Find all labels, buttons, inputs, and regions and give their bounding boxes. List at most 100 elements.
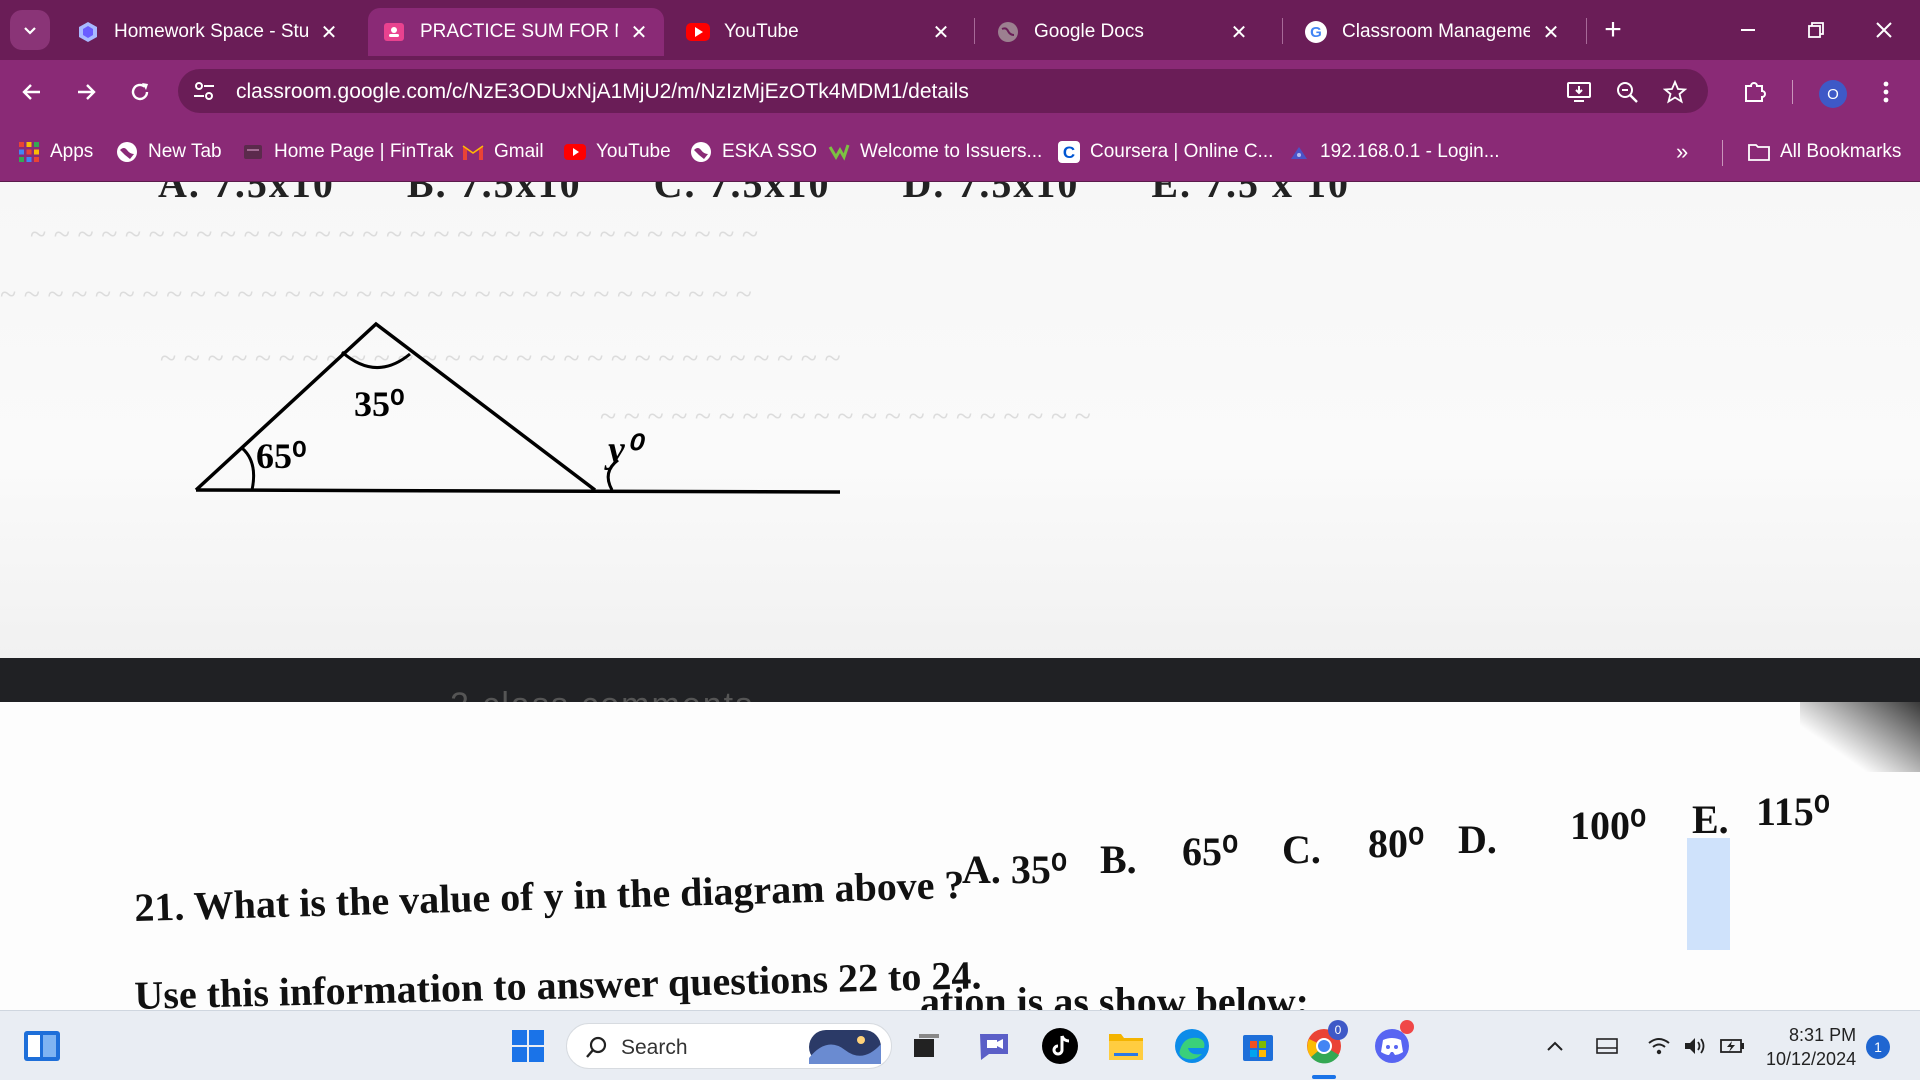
partial-text-line: ation is as show below: <box>920 979 1309 1010</box>
all-bookmarks-button[interactable]: All Bookmarks <box>1748 138 1901 166</box>
reload-button[interactable] <box>122 74 158 110</box>
chrome-menu-button[interactable] <box>1868 74 1904 110</box>
back-button[interactable] <box>14 74 50 110</box>
reload-icon <box>131 83 149 101</box>
close-tab-icon[interactable]: ✕ <box>628 21 650 44</box>
option-c-value: 80⁰ <box>1368 821 1425 866</box>
globe-favicon-icon <box>996 20 1020 44</box>
bookmark-youtube[interactable]: YouTube <box>564 138 671 166</box>
option-c-letter: C. <box>1282 827 1321 872</box>
tablet-keyboard-button[interactable] <box>1594 1033 1620 1059</box>
bookmark-label: 192.168.0.1 - Login... <box>1320 141 1500 162</box>
site-settings-icon[interactable] <box>192 79 216 103</box>
zoom-icon[interactable] <box>1614 79 1640 105</box>
tab-homework-space[interactable]: Homework Space - Study ✕ <box>62 8 354 56</box>
taskbar-search-box[interactable]: Search <box>566 1023 892 1069</box>
bookmark-router-login[interactable]: 192.168.0.1 - Login... <box>1288 138 1500 166</box>
restore-button[interactable] <box>1794 10 1838 50</box>
new-tab-button[interactable]: + <box>1597 13 1629 46</box>
coursera-icon: C <box>1058 141 1080 163</box>
network-button[interactable] <box>1646 1033 1672 1059</box>
arrow-left-icon <box>22 84 40 100</box>
battery-button[interactable] <box>1720 1033 1746 1059</box>
fintrak-icon <box>242 141 264 163</box>
answer-highlight <box>1687 838 1730 950</box>
bookmark-fintrak[interactable]: Home Page | FinTrak <box>242 138 454 166</box>
gmail-icon <box>462 141 484 163</box>
option-e-letter: E. <box>1692 797 1729 842</box>
microsoft-store-button[interactable] <box>1236 1024 1280 1068</box>
taskbar-clock[interactable]: 8:31 PM 10/12/2024 <box>1766 1023 1856 1071</box>
windows-logo-icon <box>512 1030 544 1062</box>
profile-initial: O <box>1827 85 1839 103</box>
chrome-profile-badge: 0 <box>1328 1020 1348 1040</box>
edge-button[interactable] <box>1170 1024 1214 1068</box>
tab-google-docs[interactable]: Google Docs ✕ <box>982 8 1264 56</box>
angle-label-left: 65⁰ <box>256 436 306 476</box>
router-icon <box>1288 141 1310 163</box>
bookmark-label: Coursera | Online C... <box>1090 141 1274 162</box>
svg-text:G: G <box>1310 24 1322 41</box>
more-bookmarks-button[interactable]: » <box>1676 138 1688 166</box>
teams-chat-button[interactable] <box>972 1024 1016 1068</box>
bookmark-coursera[interactable]: C Coursera | Online C... <box>1058 138 1273 166</box>
chrome-taskbar-button[interactable]: 0 <box>1302 1020 1348 1068</box>
tab-youtube[interactable]: YouTube ✕ <box>672 8 966 56</box>
close-tab-icon[interactable]: ✕ <box>1540 21 1562 44</box>
tab-title: Homework Space - Study <box>114 21 308 42</box>
show-hidden-icons-button[interactable] <box>1542 1033 1568 1059</box>
address-bar[interactable]: classroom.google.com/c/NzE3ODUxNjA1MjU2/… <box>178 69 1708 113</box>
close-tab-icon[interactable]: ✕ <box>318 21 340 44</box>
issuers-icon <box>828 141 850 163</box>
restore-icon <box>1808 22 1824 38</box>
tab-practice-sum[interactable]: PRACTICE SUM FOR MO ✕ <box>368 8 664 56</box>
bookmark-new-tab[interactable]: New Tab <box>116 138 222 166</box>
discord-button[interactable] <box>1370 1020 1414 1068</box>
close-tab-icon[interactable]: ✕ <box>930 21 952 44</box>
page-divider-band <box>0 658 1920 702</box>
bookmark-eska-sso[interactable]: ESKA SSO <box>690 138 817 166</box>
extensions-button[interactable] <box>1736 74 1772 110</box>
bookmark-apps[interactable]: Apps <box>18 138 93 166</box>
plus-icon: + <box>1604 13 1622 46</box>
option-text: D. 7.5x10 <box>902 182 1080 206</box>
start-button[interactable] <box>506 1024 550 1068</box>
google-favicon-icon: G <box>1304 20 1328 44</box>
option-text: B. 7.5x10 <box>406 182 582 206</box>
file-explorer-button[interactable] <box>1104 1024 1148 1068</box>
tab-title: Google Docs <box>1034 21 1144 42</box>
close-tab-icon[interactable]: ✕ <box>1228 21 1250 44</box>
tiktok-button[interactable] <box>1038 1024 1082 1068</box>
minimize-button[interactable] <box>1726 10 1770 50</box>
profile-avatar[interactable]: O <box>1819 80 1847 108</box>
volume-button[interactable] <box>1682 1033 1708 1059</box>
bookmark-star-icon[interactable] <box>1662 79 1688 105</box>
install-app-icon[interactable] <box>1566 79 1592 105</box>
chevron-down-icon <box>24 27 36 35</box>
globe-icon <box>116 141 138 163</box>
youtube-icon <box>564 141 586 163</box>
bookmark-issuers[interactable]: Welcome to Issuers... <box>828 138 1042 166</box>
all-bookmarks-label: All Bookmarks <box>1780 141 1902 162</box>
homework-space-favicon-icon <box>76 20 100 44</box>
triangle-diagram: 65⁰ 35⁰ y⁰ <box>194 321 841 494</box>
notification-center-badge[interactable]: 1 <box>1866 1035 1890 1059</box>
option-a: A. 35⁰ <box>962 847 1067 892</box>
angle-label-top: 35⁰ <box>354 384 404 424</box>
widgets-button[interactable] <box>20 1024 64 1068</box>
task-view-button[interactable] <box>904 1024 948 1068</box>
widgets-icon <box>24 1031 60 1061</box>
option-d-value: 100⁰ <box>1570 803 1647 848</box>
forward-button[interactable] <box>68 74 104 110</box>
option-b-value: 65⁰ <box>1182 829 1239 874</box>
puzzle-icon <box>1745 82 1766 102</box>
close-window-button[interactable] <box>1862 10 1906 50</box>
bookmarks-bar: Apps New Tab Home Page | FinTrak Gmail Y… <box>0 122 1920 182</box>
apps-grid-icon <box>18 141 40 163</box>
tab-classroom-management[interactable]: G Classroom Management ✕ <box>1290 8 1576 56</box>
globe-icon <box>690 141 712 163</box>
tab-search-button[interactable] <box>10 10 50 50</box>
browser-toolbar: classroom.google.com/c/NzE3ODUxNjA1MjU2/… <box>0 60 1920 122</box>
bookmark-gmail[interactable]: Gmail <box>462 138 544 166</box>
bookmark-label: Gmail <box>494 141 544 162</box>
